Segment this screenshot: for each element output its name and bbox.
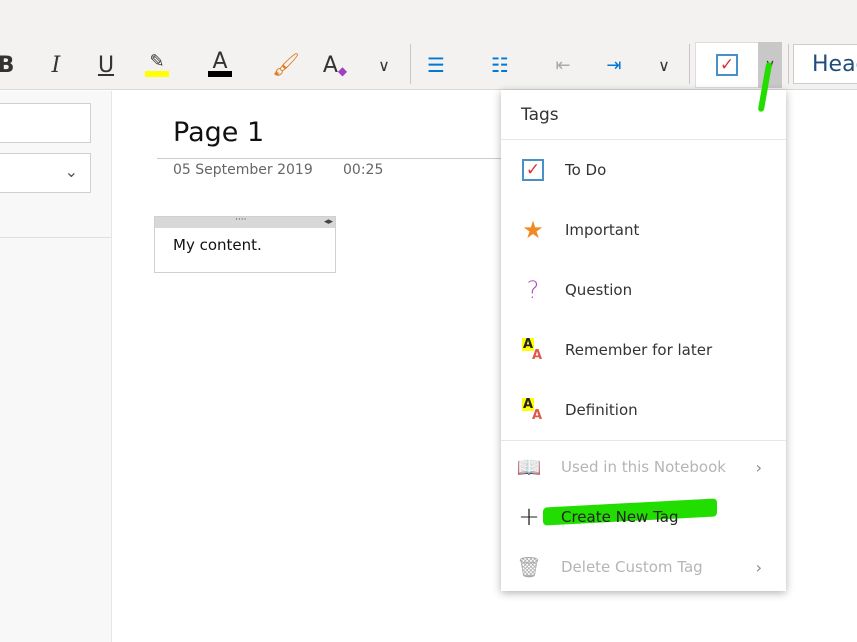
underline-button[interactable]: U	[94, 48, 118, 82]
tag-item-definition[interactable]: A A Definition	[501, 385, 786, 435]
font-color-button[interactable]: A	[205, 48, 235, 82]
create-new-tag-item[interactable]: + Create New Tag	[497, 492, 782, 542]
question-icon: ?	[526, 276, 540, 304]
search-input[interactable]	[0, 103, 91, 143]
navigation-pane: ⌄	[0, 91, 112, 642]
highlight-aa-icon: AA	[522, 337, 543, 363]
page-title[interactable]: Page 1	[173, 117, 264, 148]
tag-item-todo[interactable]: ✓ To Do	[501, 145, 786, 195]
chevron-right-icon: ›	[755, 457, 762, 477]
page-time: 00:25	[343, 162, 384, 178]
tag-item-important[interactable]: ★ Important	[501, 205, 786, 255]
chevron-right-icon: ›	[755, 557, 762, 577]
highlight-button[interactable]: ✎	[142, 48, 172, 82]
tags-menu: Tags ✓ To Do ★ Important ? Question A A Remem…	[501, 90, 786, 591]
decrease-indent-icon[interactable]: ⇤	[549, 48, 577, 82]
format-painter-icon[interactable]: 🖌	[271, 48, 301, 82]
note-container[interactable]: ···· ◂▸ My content.	[154, 215, 336, 273]
increase-indent-icon[interactable]: ⇥	[600, 48, 628, 82]
tag-item-remember[interactable]: A A Remember for later	[501, 325, 786, 375]
notebook-dropdown[interactable]: ⌄	[0, 153, 91, 193]
tags-menu-title: Tags	[501, 90, 786, 140]
highlight-aa-icon: AA	[522, 397, 543, 423]
bullet-list-icon[interactable]: ☰	[422, 48, 450, 82]
delete-custom-tag-item[interactable]: 🗑 Delete Custom Tag ›	[497, 542, 782, 592]
todo-tag-button[interactable]: ✓	[695, 42, 759, 88]
highlighter-icon: ✎	[149, 50, 165, 72]
used-in-notebook-item[interactable]: 📖 Used in this Notebook ›	[497, 442, 782, 492]
checkbox-icon: ✓	[522, 159, 544, 181]
eraser-icon: ◆	[337, 64, 348, 78]
clear-formatting-button[interactable]: A ◆	[320, 48, 350, 82]
more-format-chevron-icon[interactable]: ∨	[372, 48, 396, 82]
plus-icon: +	[518, 502, 540, 532]
chevron-down-icon: ⌄	[64, 162, 78, 181]
more-paragraph-chevron-icon[interactable]: ∨	[652, 48, 676, 82]
page-date: 05 September 2019	[173, 162, 313, 178]
container-handle[interactable]: ···· ◂▸	[155, 215, 335, 228]
tag-item-question[interactable]: ? Question	[501, 265, 786, 315]
bold-button[interactable]: B	[0, 48, 16, 82]
styles-dropdown[interactable]: Head	[793, 44, 857, 84]
italic-button[interactable]: I	[44, 48, 68, 82]
note-content[interactable]: My content.	[155, 228, 335, 262]
numbered-list-icon[interactable]: ☷	[486, 48, 514, 82]
book-icon: 📖	[516, 455, 542, 479]
ribbon-toolbar: B I U ✎ A 🖌 A◆ ∨ ☰ ☷ ⇤ ⇥ ∨ ✓ ∨ Head	[0, 0, 857, 113]
star-icon: ★	[522, 216, 544, 244]
trash-icon: 🗑	[516, 555, 542, 579]
checkbox-icon: ✓	[716, 54, 738, 76]
